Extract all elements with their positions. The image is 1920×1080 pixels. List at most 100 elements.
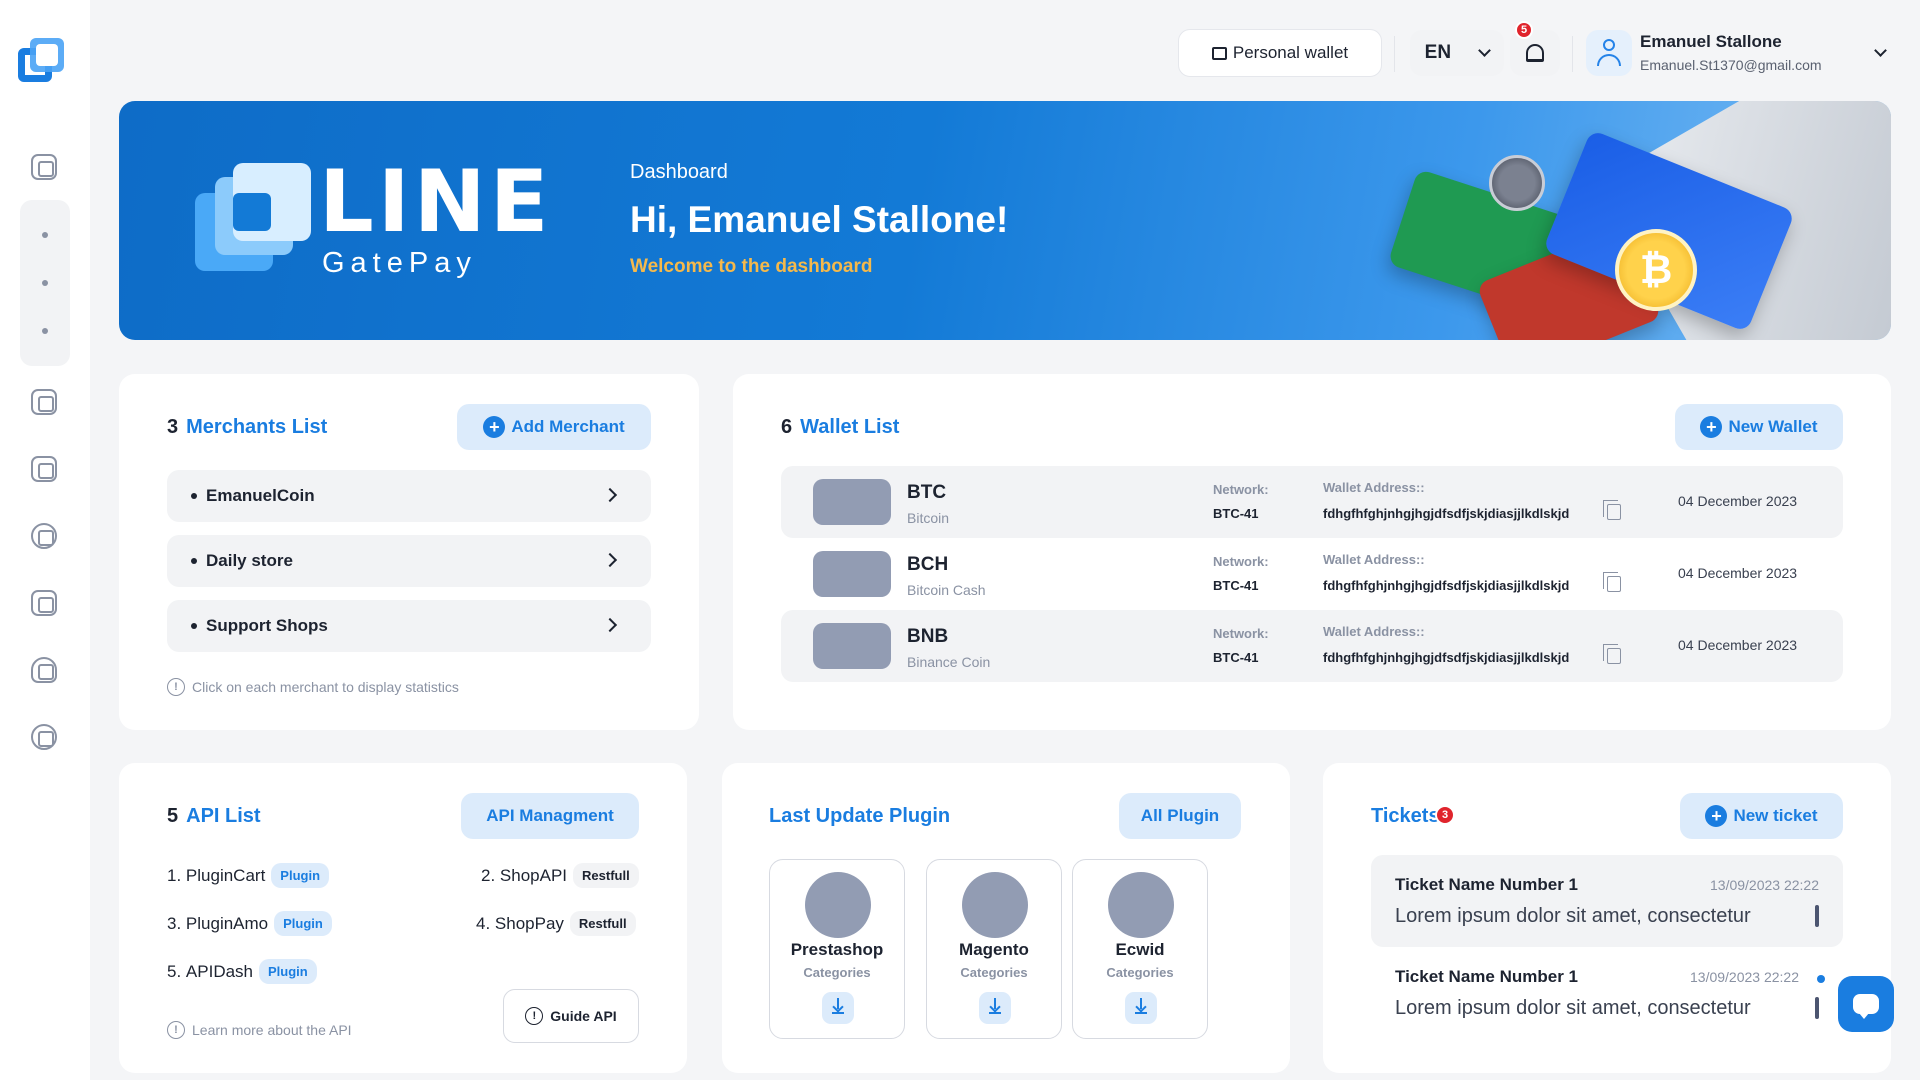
plugins-title: Last Update Plugin xyxy=(769,805,951,827)
info-icon: ! xyxy=(167,678,185,696)
copy-icon[interactable] xyxy=(1603,572,1621,592)
brand-subtitle: GatePay xyxy=(322,247,477,279)
banner-title: Hi, Emanuel Stallone! xyxy=(630,199,1009,240)
copy-icon[interactable] xyxy=(1603,644,1621,664)
merchants-nav-icon[interactable] xyxy=(31,456,57,482)
guide-api-button[interactable]: ! Guide API xyxy=(503,989,639,1043)
plugin-card[interactable]: Ecwid Categories xyxy=(1072,859,1208,1039)
all-plugin-button[interactable]: All Plugin xyxy=(1119,793,1241,839)
new-wallet-button[interactable]: + New Wallet xyxy=(1675,404,1843,450)
plugin-logo xyxy=(1108,872,1174,938)
user-avatar[interactable] xyxy=(1586,30,1632,76)
download-button[interactable] xyxy=(1125,992,1157,1024)
api-hint[interactable]: ! Learn more about the API xyxy=(167,1021,352,1039)
plugin-logo xyxy=(805,872,871,938)
bell-icon xyxy=(1526,44,1544,62)
ticket-item[interactable]: Ticket Name Number 1 13/09/2023 22:22 Lo… xyxy=(1371,947,1843,1039)
chat-icon xyxy=(1853,994,1879,1019)
merchant-item[interactable]: Daily store xyxy=(167,535,651,587)
user-nav-icon[interactable] xyxy=(31,657,57,683)
tickets-count-badge: 3 xyxy=(1435,805,1455,825)
wallet-icon xyxy=(1211,46,1227,60)
api-title: 5 API List xyxy=(167,805,261,827)
user-menu-chevron-icon[interactable] xyxy=(1874,44,1887,57)
download-icon xyxy=(1135,998,1147,1014)
unread-dot xyxy=(1817,975,1825,983)
api-panel: 5 API List API Managment 1. PluginCart Pl… xyxy=(119,763,687,1073)
submenu-dot[interactable] xyxy=(42,280,48,286)
welcome-banner: LINE GatePay Dashboard Hi, Emanuel Stall… xyxy=(119,101,1891,340)
plugins-panel: Last Update Plugin All Plugin Prestashop… xyxy=(722,763,1290,1073)
plugin-card[interactable]: Prestashop Categories xyxy=(769,859,905,1039)
add-merchant-button[interactable]: + Add Merchant xyxy=(457,404,651,450)
bitcoin-coin-illustration: ₿ xyxy=(1615,229,1697,311)
sidebar-submenu xyxy=(20,200,70,366)
download-icon xyxy=(832,998,844,1014)
chat-button[interactable] xyxy=(1838,976,1894,1032)
plugin-tag: Plugin xyxy=(274,911,332,936)
download-button[interactable] xyxy=(979,992,1011,1024)
brand-name: LINE xyxy=(319,152,553,252)
api-item[interactable]: 3. PluginAmo Plugin xyxy=(167,911,332,936)
sidebar xyxy=(0,0,90,1080)
api-item[interactable]: 2. ShopAPI Restfull xyxy=(481,863,639,888)
download-icon xyxy=(989,998,1001,1014)
user-email: Emanuel.St1370@gmail.com xyxy=(1640,57,1822,73)
wallets-panel: 6 Wallet List + New Wallet BTC Bitcoin Ne… xyxy=(733,374,1891,730)
plus-icon: + xyxy=(483,416,506,438)
restfull-tag: Restfull xyxy=(569,911,636,936)
plugin-tag: Plugin xyxy=(259,959,317,984)
copy-icon[interactable] xyxy=(1603,500,1621,520)
language-select[interactable]: EN xyxy=(1410,30,1504,76)
submenu-dot[interactable] xyxy=(42,232,48,238)
coin-thumbnail xyxy=(813,623,891,669)
api-nav-icon[interactable] xyxy=(31,523,57,549)
plugin-logo xyxy=(962,872,1028,938)
plugins-nav-icon[interactable] xyxy=(31,590,57,616)
banner-subtitle: Welcome to the dashboard xyxy=(630,256,873,277)
banner-kicker: Dashboard xyxy=(630,161,728,183)
wallet-row[interactable]: BNB Binance Coin Network: BTC-41 Wallet … xyxy=(781,610,1843,682)
chevron-right-icon xyxy=(602,617,618,633)
tickets-title: Tickets xyxy=(1371,805,1440,827)
merchants-hint: ! Click on each merchant to display stat… xyxy=(167,678,459,696)
support-nav-icon[interactable] xyxy=(31,724,57,750)
divider xyxy=(1572,36,1573,72)
personal-wallet-button[interactable]: Personal wallet xyxy=(1178,29,1382,77)
scroll-indicator xyxy=(1815,997,1819,1019)
info-icon: ! xyxy=(525,1007,544,1025)
user-icon xyxy=(1603,39,1615,51)
api-item[interactable]: 5. APIDash Plugin xyxy=(167,959,317,984)
merchant-item[interactable]: Support Shops xyxy=(167,600,651,652)
ticket-item[interactable]: Ticket Name Number 1 13/09/2023 22:22 Lo… xyxy=(1371,855,1843,947)
coin-thumbnail xyxy=(813,551,891,597)
plugin-tag: Plugin xyxy=(271,863,330,888)
eth-coin-illustration xyxy=(1489,155,1545,211)
api-item[interactable]: 1. PluginCart Plugin xyxy=(167,863,330,888)
coin-thumbnail xyxy=(813,479,891,525)
download-button[interactable] xyxy=(822,992,854,1024)
chevron-right-icon xyxy=(602,487,618,503)
wallet-row[interactable]: BCH Bitcoin Cash Network: BTC-41 Wallet … xyxy=(781,538,1843,610)
restfull-tag: Restfull xyxy=(573,863,639,888)
plus-icon: + xyxy=(1700,416,1723,438)
wallet-nav-icon[interactable] xyxy=(31,389,57,415)
new-ticket-button[interactable]: + New ticket xyxy=(1680,793,1843,839)
app-logo[interactable] xyxy=(18,38,66,86)
dashboard-icon[interactable] xyxy=(31,154,57,180)
api-item[interactable]: 4. ShopPay Restfull xyxy=(476,911,636,936)
plugin-card[interactable]: Magento Categories xyxy=(926,859,1062,1039)
brand-logo xyxy=(195,163,313,279)
info-icon: ! xyxy=(167,1021,185,1039)
merchant-item[interactable]: EmanuelCoin xyxy=(167,470,651,522)
submenu-dot[interactable] xyxy=(42,328,48,334)
wallet-row[interactable]: BTC Bitcoin Network: BTC-41 Wallet Addre… xyxy=(781,466,1843,538)
chevron-right-icon xyxy=(602,552,618,568)
wallets-title: 6 Wallet List xyxy=(781,416,900,438)
tickets-panel: Tickets 3 + New ticket Ticket Name Numbe… xyxy=(1323,763,1891,1073)
user-name: Emanuel Stallone xyxy=(1640,32,1782,51)
chevron-down-icon xyxy=(1478,43,1492,57)
merchants-panel: 3 Merchants List + Add Merchant EmanuelCo… xyxy=(119,374,699,730)
api-management-button[interactable]: API Managment xyxy=(461,793,639,839)
plus-icon: + xyxy=(1705,805,1728,827)
